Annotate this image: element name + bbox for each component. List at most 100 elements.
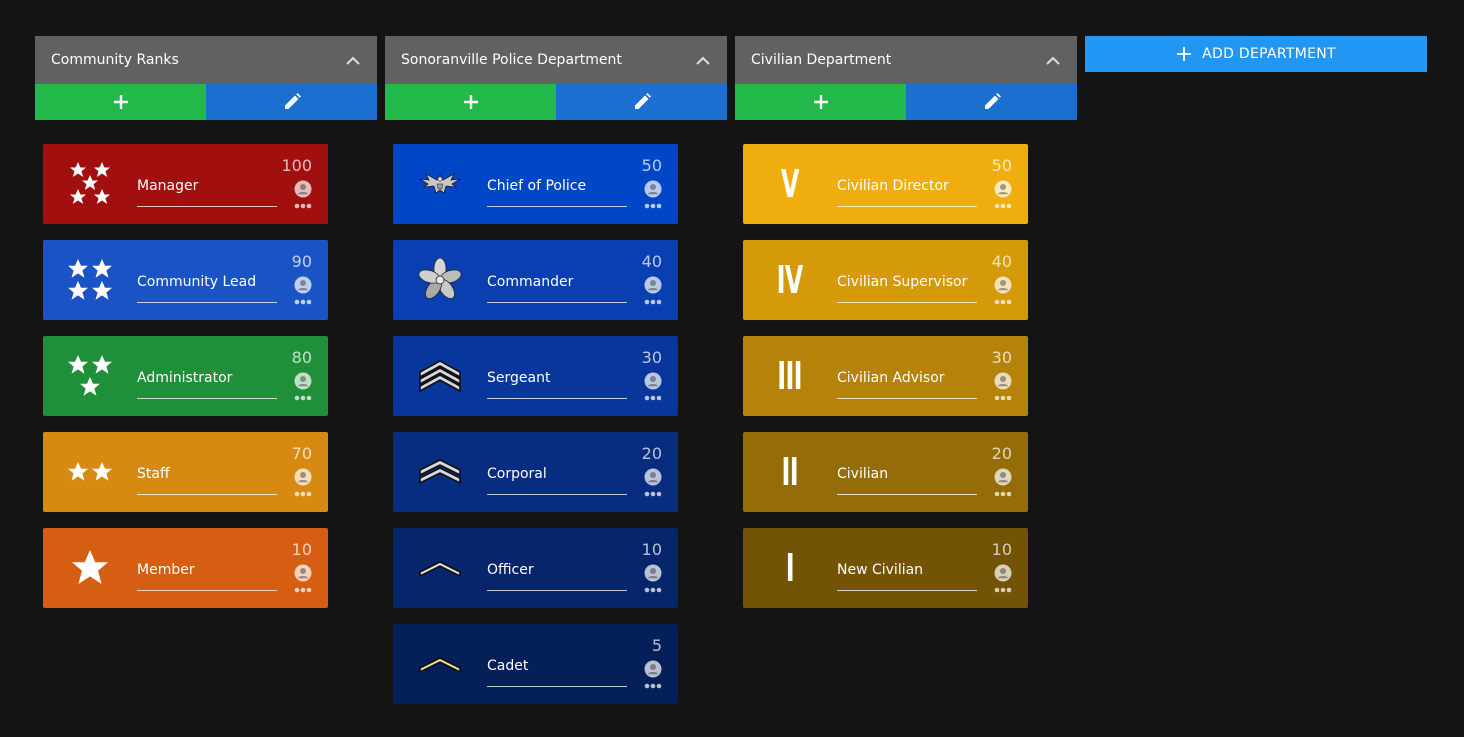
- rank-card[interactable]: Community Lead 90: [43, 240, 328, 320]
- user-icon[interactable]: [644, 660, 662, 678]
- rank-card[interactable]: IV Civilian Supervisor 40: [743, 240, 1028, 320]
- divider: [487, 686, 627, 687]
- user-icon[interactable]: [644, 276, 662, 294]
- rank-card[interactable]: Staff 70: [43, 432, 328, 512]
- rank-priority: 90: [291, 252, 312, 271]
- rank-card[interactable]: Sergeant 30: [393, 336, 678, 416]
- more-options-icon[interactable]: [994, 202, 1012, 210]
- more-options-icon[interactable]: [994, 298, 1012, 306]
- rank-card[interactable]: II Civilian 20: [743, 432, 1028, 512]
- three-stars-icon: [63, 352, 117, 400]
- rank-card[interactable]: V Civilian Director 50: [743, 144, 1028, 224]
- rank-card[interactable]: Corporal 20: [393, 432, 678, 512]
- edit-department-button[interactable]: [556, 84, 727, 120]
- rank-priority: 50: [991, 156, 1012, 175]
- rank-priority: 10: [291, 540, 312, 559]
- add-rank-button[interactable]: [385, 84, 556, 120]
- divider: [837, 302, 977, 303]
- rank-card[interactable]: Chief of Police 50: [393, 144, 678, 224]
- rank-list: V Civilian Director 50 IV Civilian Super…: [735, 120, 1077, 608]
- roman-numeral-icon: I: [763, 544, 817, 592]
- user-icon[interactable]: [644, 180, 662, 198]
- edit-department-button[interactable]: [206, 84, 377, 120]
- rank-card[interactable]: Commander 40: [393, 240, 678, 320]
- rank-card[interactable]: Administrator 80: [43, 336, 328, 416]
- more-options-icon[interactable]: [294, 490, 312, 498]
- more-options-icon[interactable]: [644, 490, 662, 498]
- rank-priority: 70: [291, 444, 312, 463]
- user-icon[interactable]: [994, 564, 1012, 582]
- divider: [137, 590, 277, 591]
- user-icon[interactable]: [294, 276, 312, 294]
- more-options-icon[interactable]: [294, 586, 312, 594]
- eagle-insignia-icon: [413, 160, 467, 208]
- plus-icon: [1177, 47, 1192, 61]
- more-options-icon[interactable]: [994, 586, 1012, 594]
- four-stars-icon: [63, 256, 117, 304]
- chevron-up-icon[interactable]: [695, 52, 711, 68]
- more-options-icon[interactable]: [994, 394, 1012, 402]
- user-icon[interactable]: [294, 468, 312, 486]
- department-police: Sonoranville Police Department Chief of …: [385, 36, 727, 720]
- rank-list: Manager 100 Community Lead 90 Administra…: [35, 120, 377, 608]
- rank-name: Civilian Advisor: [837, 370, 945, 386]
- chevron-up-icon[interactable]: [1045, 52, 1061, 68]
- user-icon[interactable]: [994, 276, 1012, 294]
- rank-card[interactable]: III Civilian Advisor 30: [743, 336, 1028, 416]
- department-title: Community Ranks: [51, 52, 179, 68]
- add-department-button[interactable]: ADD DEPARTMENT: [1085, 36, 1427, 72]
- pencil-icon: [634, 93, 651, 109]
- more-options-icon[interactable]: [644, 682, 662, 690]
- rank-card[interactable]: Manager 100: [43, 144, 328, 224]
- more-options-icon[interactable]: [644, 298, 662, 306]
- rank-priority: 20: [991, 444, 1012, 463]
- rank-name: Manager: [137, 178, 199, 194]
- add-rank-button[interactable]: [735, 84, 906, 120]
- user-icon[interactable]: [994, 372, 1012, 390]
- more-options-icon[interactable]: [294, 202, 312, 210]
- rank-name: Community Lead: [137, 274, 257, 290]
- user-icon[interactable]: [644, 564, 662, 582]
- plus-icon: [463, 95, 478, 109]
- pencil-icon: [284, 93, 301, 109]
- rank-card[interactable]: Officer 10: [393, 528, 678, 608]
- roman-numeral-icon: II: [763, 448, 817, 496]
- chevron-up-icon[interactable]: [345, 52, 361, 68]
- roman-numeral: II: [781, 450, 799, 494]
- rank-card[interactable]: Cadet 5: [393, 624, 678, 704]
- rank-card[interactable]: Member 10: [43, 528, 328, 608]
- rank-name: Officer: [487, 562, 534, 578]
- more-options-icon[interactable]: [644, 202, 662, 210]
- user-icon[interactable]: [644, 372, 662, 390]
- rank-name: Commander: [487, 274, 574, 290]
- user-icon[interactable]: [294, 180, 312, 198]
- more-options-icon[interactable]: [994, 490, 1012, 498]
- add-rank-button[interactable]: [35, 84, 206, 120]
- roman-numeral: IV: [776, 258, 804, 302]
- rank-priority: 40: [991, 252, 1012, 271]
- rank-name: Cadet: [487, 658, 529, 674]
- divider: [137, 302, 277, 303]
- rank-card[interactable]: I New Civilian 10: [743, 528, 1028, 608]
- more-options-icon[interactable]: [294, 394, 312, 402]
- rank-priority: 30: [991, 348, 1012, 367]
- user-icon[interactable]: [994, 180, 1012, 198]
- user-icon[interactable]: [294, 372, 312, 390]
- three-chevrons-icon: [413, 352, 467, 400]
- rank-name: Chief of Police: [487, 178, 587, 194]
- plus-icon: [813, 95, 828, 109]
- divider: [137, 206, 277, 207]
- rank-name: Corporal: [487, 466, 547, 482]
- rank-name: Civilian Director: [837, 178, 949, 194]
- more-options-icon[interactable]: [644, 394, 662, 402]
- user-icon[interactable]: [294, 564, 312, 582]
- divider: [487, 590, 627, 591]
- rank-priority: 30: [641, 348, 662, 367]
- user-icon[interactable]: [644, 468, 662, 486]
- more-options-icon[interactable]: [294, 298, 312, 306]
- more-options-icon[interactable]: [644, 586, 662, 594]
- user-icon[interactable]: [994, 468, 1012, 486]
- divider: [837, 206, 977, 207]
- edit-department-button[interactable]: [906, 84, 1077, 120]
- rank-priority: 40: [641, 252, 662, 271]
